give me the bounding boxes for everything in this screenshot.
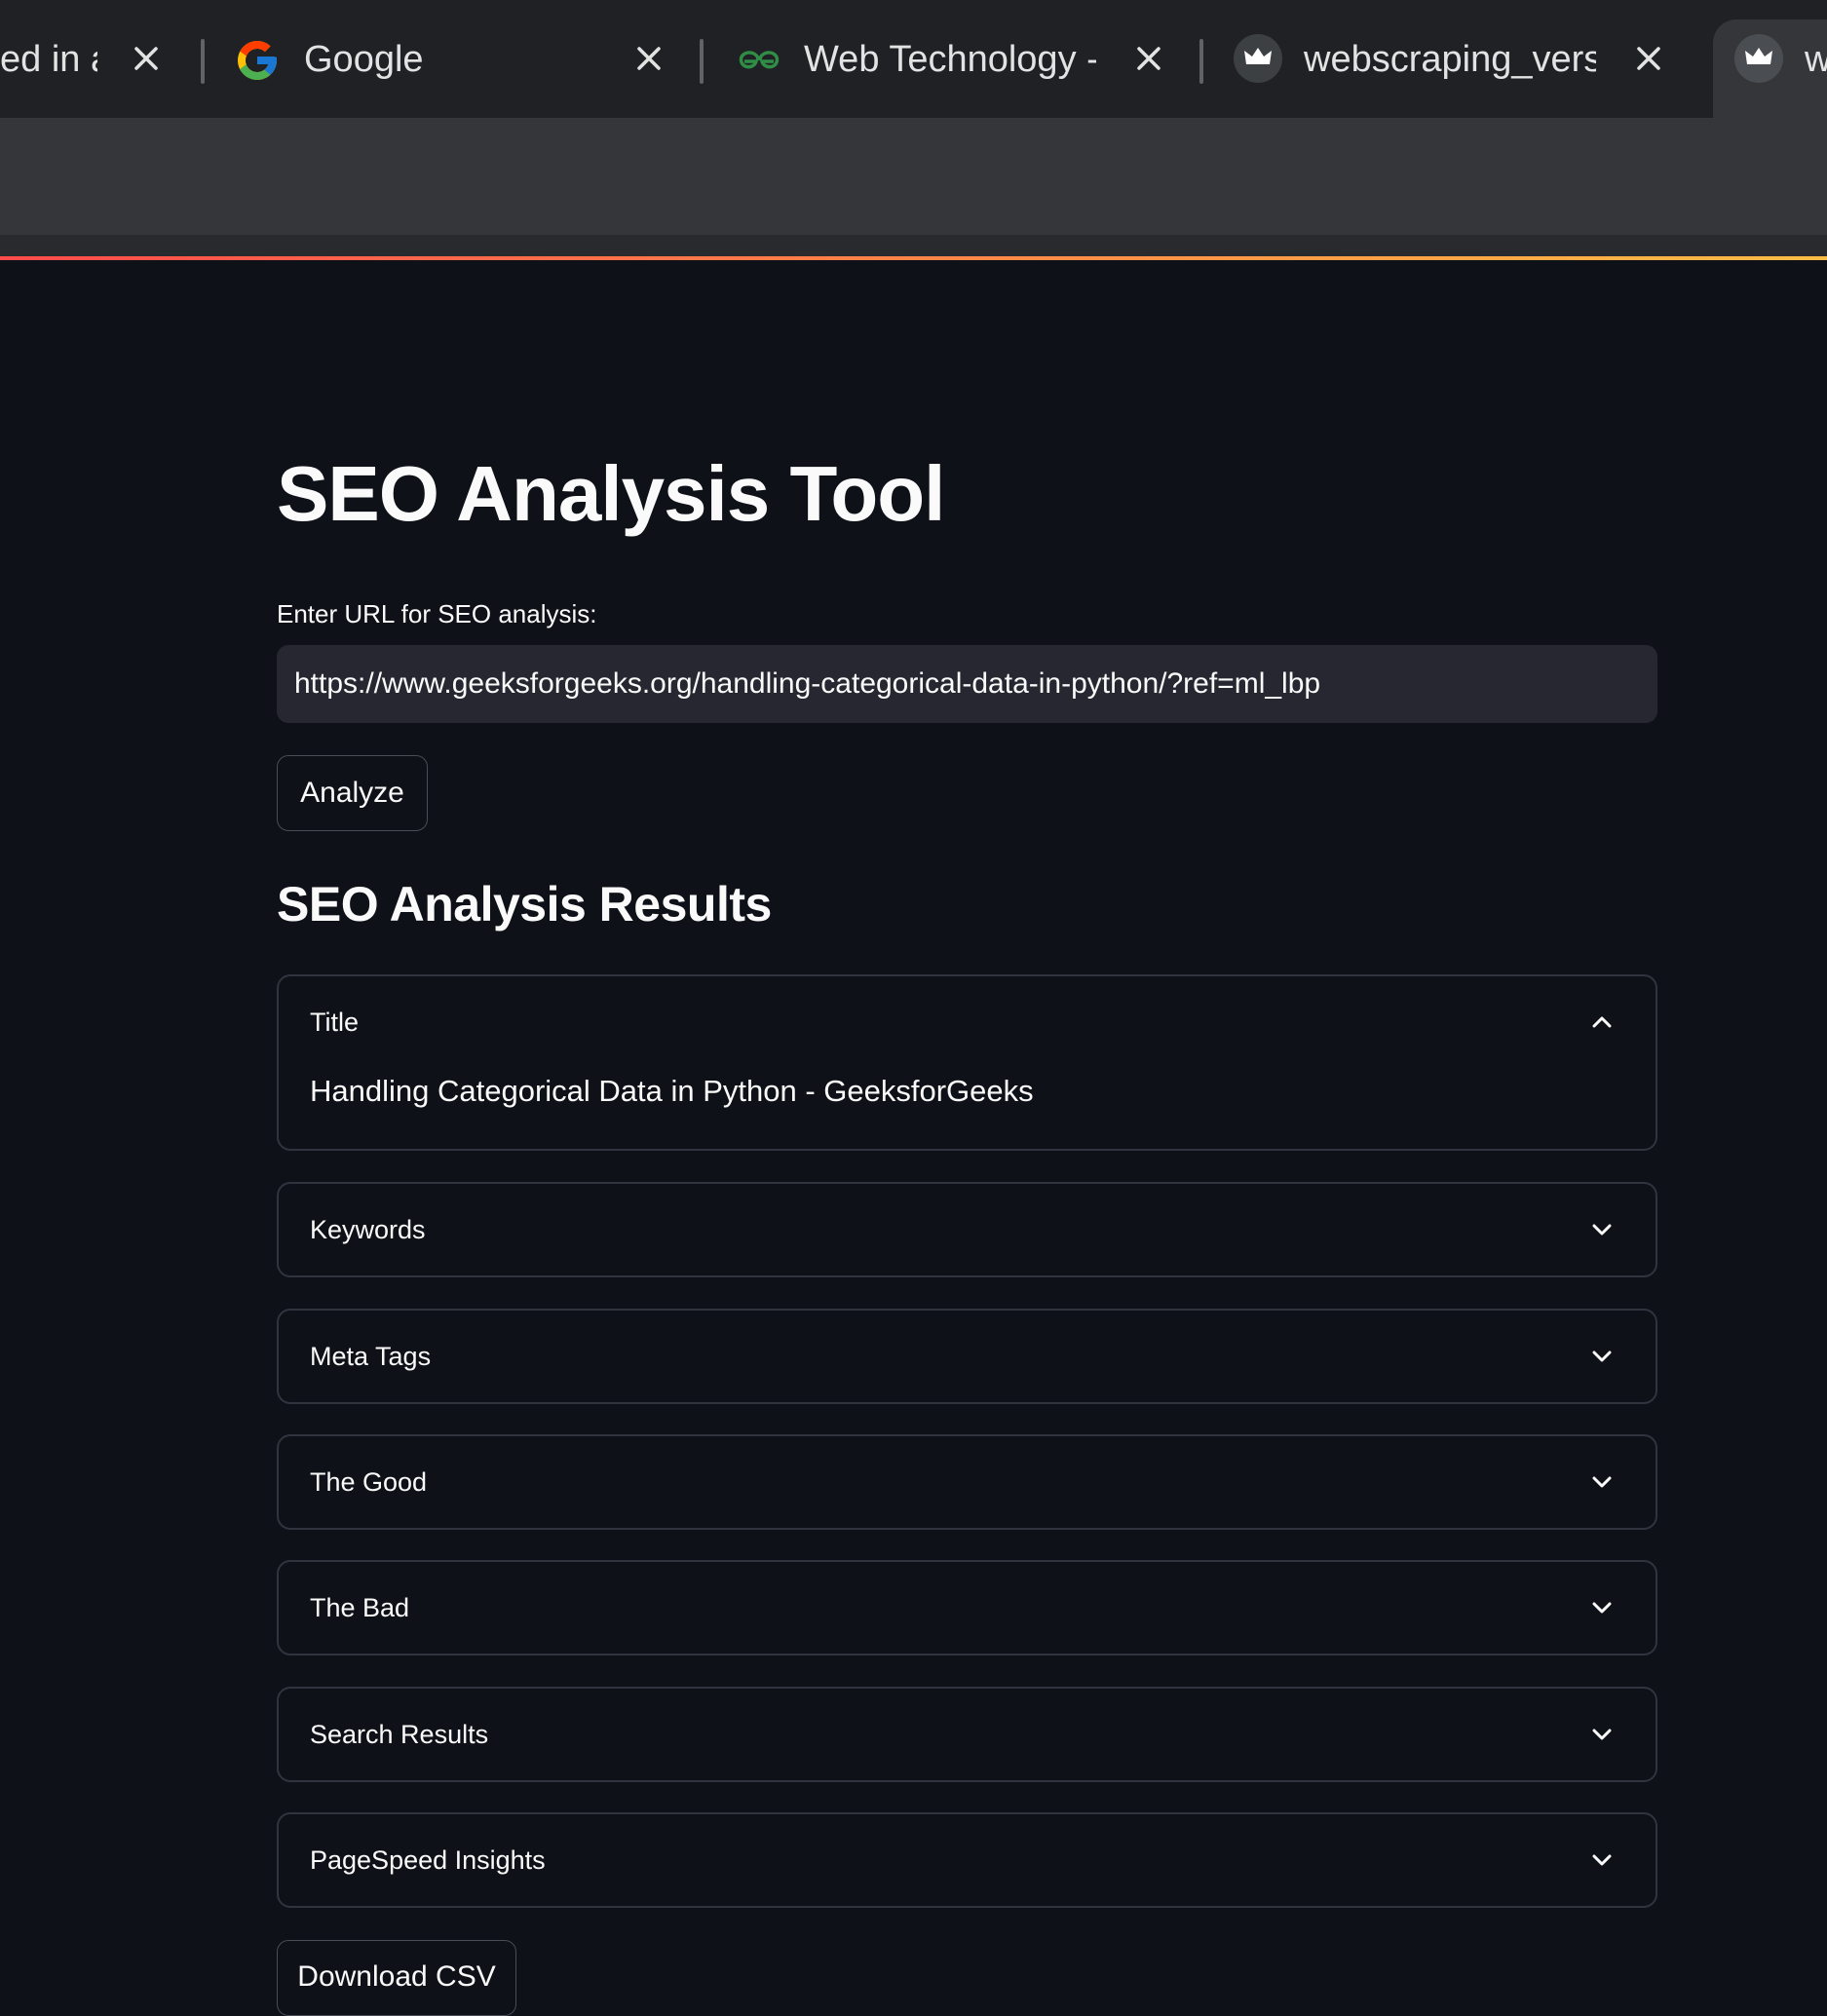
close-icon[interactable] <box>628 37 670 80</box>
expander-header[interactable]: PageSpeed Insights <box>279 1814 1656 1906</box>
close-icon[interactable] <box>1127 37 1170 80</box>
streamlit-crown-icon <box>1234 34 1282 83</box>
toolbar-strip <box>0 235 1827 256</box>
expander-label: Search Results <box>310 1719 489 1749</box>
expander-label: Keywords <box>310 1214 426 1244</box>
tab-separator <box>700 39 704 84</box>
download-csv-button[interactable]: Download CSV <box>277 1940 516 2016</box>
expander-pagespeed-insights[interactable]: PageSpeed Insights <box>277 1812 1657 1908</box>
expander-the-good[interactable]: The Good <box>277 1434 1657 1530</box>
close-icon[interactable] <box>125 37 168 80</box>
tab-partial-left[interactable]: ed in a <box>0 0 195 118</box>
expander-label: The Bad <box>310 1592 410 1622</box>
close-icon[interactable] <box>1627 37 1670 80</box>
tab-webscraping[interactable]: webscraping_versi <box>1209 0 1696 118</box>
tab-separator <box>1199 39 1203 84</box>
chevron-down-icon <box>1587 1215 1617 1244</box>
browser-toolbar <box>0 118 1827 235</box>
chevron-down-icon <box>1587 1342 1617 1371</box>
expander-label: Title <box>310 1007 360 1037</box>
url-input[interactable] <box>277 645 1657 723</box>
chevron-down-icon <box>1587 1467 1617 1497</box>
results-heading: SEO Analysis Results <box>277 877 772 932</box>
browser-tab-bar: ed in a Google Web Technology - <box>0 0 1827 118</box>
google-icon <box>234 37 281 84</box>
expander-header[interactable]: The Bad <box>279 1562 1656 1654</box>
expander-header[interactable]: Keywords <box>279 1184 1656 1275</box>
geeksforgeeks-icon <box>737 43 781 72</box>
expander-header[interactable]: Meta Tags <box>279 1311 1656 1402</box>
expander-header[interactable]: Title <box>279 976 1656 1068</box>
tab-active[interactable]: w <box>1713 19 1827 118</box>
expander-label: The Good <box>310 1466 428 1497</box>
tab-separator <box>201 39 205 84</box>
expander-header[interactable]: Search Results <box>279 1689 1656 1780</box>
expander-keywords[interactable]: Keywords <box>277 1182 1657 1277</box>
tab-title: webscraping_versi <box>1304 39 1596 80</box>
expander-search-results[interactable]: Search Results <box>277 1687 1657 1782</box>
chevron-up-icon <box>1587 1008 1617 1037</box>
tab-web-technology[interactable]: Web Technology - <box>709 0 1197 118</box>
chevron-down-icon <box>1587 1845 1617 1875</box>
analyze-button[interactable]: Analyze <box>277 755 428 831</box>
chevron-down-icon <box>1587 1593 1617 1622</box>
tab-title: Web Technology - <box>804 39 1096 80</box>
expander-content: Handling Categorical Data in Python - Ge… <box>310 1074 1034 1108</box>
tab-title: w <box>1805 39 1827 80</box>
expander-header[interactable]: The Good <box>279 1436 1656 1528</box>
expander-the-bad[interactable]: The Bad <box>277 1560 1657 1655</box>
expander-label: Meta Tags <box>310 1341 432 1371</box>
tab-title: Google <box>304 39 424 80</box>
url-input-label: Enter URL for SEO analysis: <box>277 599 597 628</box>
tab-google[interactable]: Google <box>209 0 697 118</box>
app-decoration-bar <box>0 256 1827 260</box>
tab-title: ed in a <box>0 39 97 80</box>
streamlit-crown-icon <box>1734 34 1783 83</box>
expander-label: PageSpeed Insights <box>310 1845 546 1875</box>
expander-meta-tags[interactable]: Meta Tags <box>277 1309 1657 1404</box>
page-title: SEO Analysis Tool <box>277 450 945 537</box>
expander-title: Title Handling Categorical Data in Pytho… <box>277 974 1657 1151</box>
chevron-down-icon <box>1587 1720 1617 1749</box>
